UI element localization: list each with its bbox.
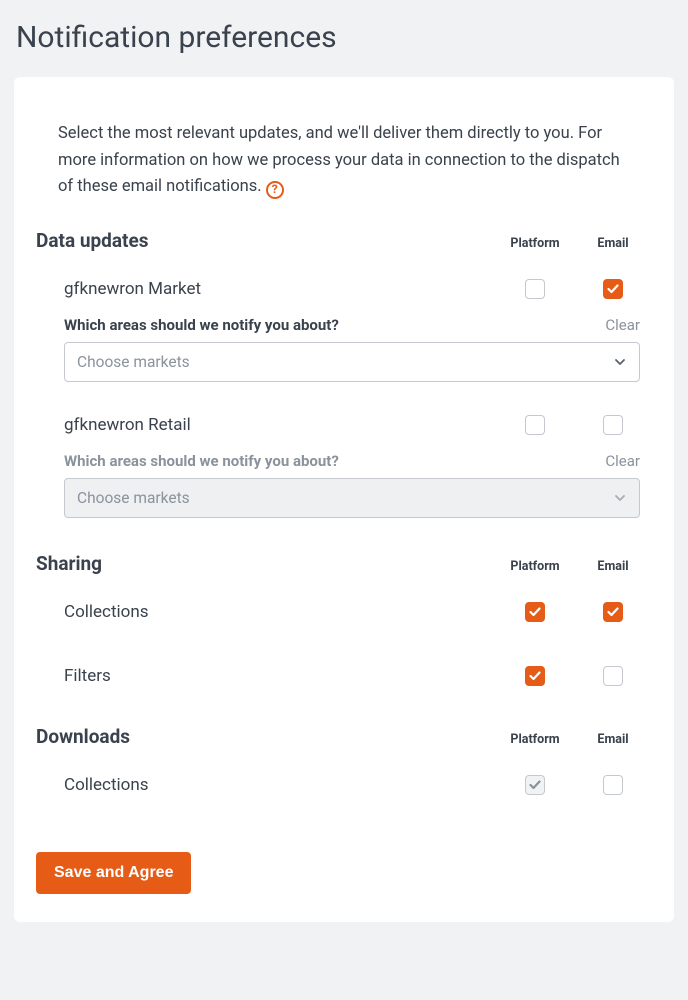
row-label: Filters: [64, 666, 496, 686]
section-sharing: Sharing Platform Email Collections Filte…: [36, 552, 652, 691]
clear-link-market[interactable]: Clear: [605, 316, 652, 334]
row-downloads-collections: Collections: [36, 770, 652, 800]
clear-link-retail[interactable]: Clear: [605, 452, 652, 470]
row-label: gfknewron Market: [64, 279, 496, 299]
check-cell-platform: [496, 775, 574, 795]
intro-text-content: Select the most relevant updates, and we…: [58, 124, 620, 196]
check-cell-email: [574, 602, 652, 622]
section-header: Data updates Platform Email: [36, 229, 652, 252]
checkbox-sharing-collections-email[interactable]: [603, 602, 623, 622]
areas-prompt-row-market: Which areas should we notify you about? …: [36, 316, 652, 334]
checkbox-downloads-collections-platform: [525, 775, 545, 795]
checkbox-sharing-filters-platform[interactable]: [525, 666, 545, 686]
check-cell-platform: [496, 415, 574, 435]
section-data-updates: Data updates Platform Email gfknewron Ma…: [36, 229, 652, 518]
areas-prompt-label: Which areas should we notify you about?: [64, 316, 605, 334]
select-placeholder: Choose markets: [77, 353, 613, 371]
chevron-down-icon: [613, 355, 627, 369]
chevron-down-icon: [613, 491, 627, 505]
check-cell-email: [574, 279, 652, 299]
column-header-email: Email: [574, 732, 652, 747]
column-header-email: Email: [574, 236, 652, 251]
row-gfknewron-market: gfknewron Market: [36, 274, 652, 304]
row-sharing-filters: Filters: [36, 661, 652, 691]
row-label: Collections: [64, 775, 496, 795]
help-icon[interactable]: ?: [266, 181, 284, 199]
row-sharing-collections: Collections: [36, 597, 652, 627]
select-placeholder: Choose markets: [77, 489, 613, 507]
check-cell-platform: [496, 602, 574, 622]
checkbox-sharing-filters-email[interactable]: [603, 666, 623, 686]
checkbox-downloads-collections-email[interactable]: [603, 775, 623, 795]
section-title-data-updates: Data updates: [36, 229, 496, 252]
page-title: Notification preferences: [0, 0, 688, 77]
section-header: Sharing Platform Email: [36, 552, 652, 575]
column-header-email: Email: [574, 559, 652, 574]
row-gfknewron-retail: gfknewron Retail: [36, 410, 652, 440]
section-header: Downloads Platform Email: [36, 725, 652, 748]
column-header-platform: Platform: [496, 236, 574, 251]
check-cell-platform: [496, 279, 574, 299]
checkbox-market-email[interactable]: [603, 279, 623, 299]
section-title-sharing: Sharing: [36, 552, 496, 575]
preferences-card: Select the most relevant updates, and we…: [14, 77, 674, 922]
checkbox-retail-platform[interactable]: [525, 415, 545, 435]
checkbox-market-platform[interactable]: [525, 279, 545, 299]
column-header-platform: Platform: [496, 732, 574, 747]
column-header-platform: Platform: [496, 559, 574, 574]
intro-text: Select the most relevant updates, and we…: [36, 121, 652, 201]
section-downloads: Downloads Platform Email Collections: [36, 725, 652, 800]
retail-select: Choose markets: [64, 478, 640, 518]
areas-prompt-label: Which areas should we notify you about?: [64, 452, 605, 470]
check-cell-email: [574, 415, 652, 435]
check-cell-email: [574, 666, 652, 686]
save-and-agree-button[interactable]: Save and Agree: [36, 852, 191, 894]
check-cell-platform: [496, 666, 574, 686]
row-label: gfknewron Retail: [64, 415, 496, 435]
check-cell-email: [574, 775, 652, 795]
section-title-downloads: Downloads: [36, 725, 496, 748]
market-select[interactable]: Choose markets: [64, 342, 640, 382]
checkbox-sharing-collections-platform[interactable]: [525, 602, 545, 622]
checkbox-retail-email[interactable]: [603, 415, 623, 435]
row-label: Collections: [64, 602, 496, 622]
areas-prompt-row-retail: Which areas should we notify you about? …: [36, 452, 652, 470]
